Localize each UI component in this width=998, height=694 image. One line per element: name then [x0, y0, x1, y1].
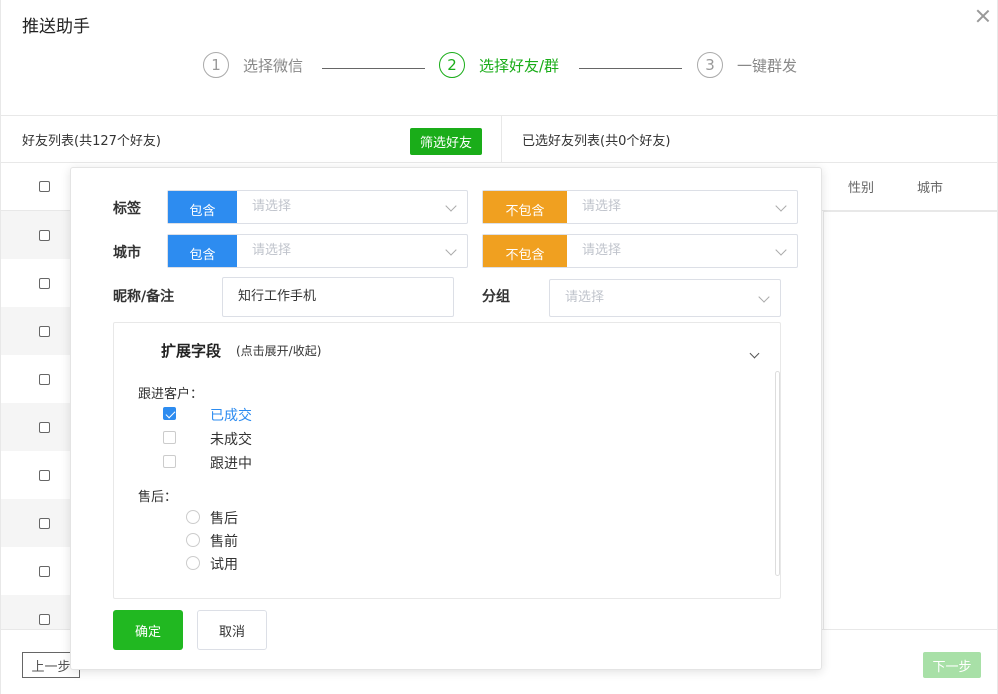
row-checkbox[interactable]: [39, 614, 50, 625]
placeholder: 请选择: [252, 243, 292, 258]
step-connector: [579, 68, 682, 69]
option-trial[interactable]: 试用: [210, 554, 238, 574]
extended-fields-hint: (点击展开/收起): [236, 344, 322, 358]
step-select-friends: 2 选择好友/群: [439, 52, 559, 78]
tag-include-field[interactable]: 请选择: [237, 191, 467, 223]
group-select[interactable]: 请选择: [549, 279, 781, 317]
row-checkbox[interactable]: [39, 518, 50, 529]
step-connector: [322, 68, 425, 69]
close-icon[interactable]: [975, 8, 991, 24]
chevron-down-icon: [445, 244, 457, 256]
chevron-down-icon: [775, 200, 787, 212]
table-row: [1, 307, 71, 355]
divider: [1, 162, 998, 163]
tag-filter-label: 标签: [113, 201, 141, 217]
placeholder: 请选择: [582, 243, 622, 258]
extended-fields-title[interactable]: 扩展字段: [161, 340, 221, 361]
tag-exclude-field[interactable]: 请选择: [567, 191, 797, 223]
step-number: 3: [697, 52, 723, 78]
group-label: 分组: [482, 289, 510, 305]
step-label: 一键群发: [737, 56, 798, 75]
row-checkbox[interactable]: [39, 470, 50, 481]
confirm-button[interactable]: 确定: [113, 610, 183, 650]
option-closed-deal[interactable]: 已成交: [210, 405, 252, 425]
filter-friends-button[interactable]: 筛选好友: [410, 128, 482, 155]
exclude-badge: 不包含: [483, 191, 567, 223]
step-label: 选择好友/群: [479, 56, 560, 75]
chevron-down-icon: [758, 291, 770, 303]
next-step-button[interactable]: 下一步: [923, 652, 981, 678]
step-number: 2: [439, 52, 465, 78]
table-row: [1, 211, 71, 259]
chevron-down-icon: [445, 200, 457, 212]
after-sales-label: 售后：: [138, 490, 178, 505]
selected-friends-table: [823, 211, 998, 629]
table-row: [1, 403, 71, 451]
city-exclude-select[interactable]: 不包含 请选择: [482, 234, 798, 268]
table-row: [1, 499, 71, 547]
filter-popover: 标签 包含 请选择 不包含 请选择 城市 包含 请选择 不包含 请选择 昵称/备…: [70, 167, 822, 670]
cancel-button[interactable]: 取消: [197, 610, 267, 650]
dialog-title: 推送助手: [22, 17, 90, 37]
city-exclude-field[interactable]: 请选择: [567, 235, 797, 267]
option-pre-sales[interactable]: 售前: [210, 531, 238, 551]
table-row: [1, 595, 71, 629]
friend-list-title: 好友列表(共127个好友): [22, 134, 161, 149]
include-badge: 包含: [168, 191, 237, 223]
radio-after-sales[interactable]: [186, 510, 200, 524]
column-gender: 性别: [848, 181, 875, 196]
select-all-checkbox[interactable]: [39, 181, 50, 192]
placeholder: 请选择: [582, 199, 622, 214]
chevron-down-icon[interactable]: [749, 348, 760, 359]
row-checkbox[interactable]: [39, 326, 50, 337]
nickname-label: 昵称/备注: [113, 289, 175, 305]
radio-trial[interactable]: [186, 556, 200, 570]
radio-pre-sales[interactable]: [186, 533, 200, 547]
chevron-down-icon: [775, 244, 787, 256]
step-number: 1: [203, 52, 229, 78]
city-filter-label: 城市: [113, 245, 141, 261]
nickname-input[interactable]: 知行工作手机: [222, 277, 454, 317]
placeholder: 请选择: [565, 290, 605, 305]
option-following[interactable]: 跟进中: [210, 453, 252, 473]
option-not-closed[interactable]: 未成交: [210, 429, 252, 449]
column-city: 城市: [917, 181, 944, 196]
follow-up-label: 跟进客户：: [138, 387, 204, 402]
push-assistant-dialog: 推送助手 1 选择微信 2 选择好友/群 3 一键群发 好友列表(共127个好友…: [0, 0, 998, 694]
selected-list-title: 已选好友列表(共0个好友): [522, 134, 671, 149]
include-badge: 包含: [168, 235, 237, 267]
tag-include-select[interactable]: 包含 请选择: [167, 190, 468, 224]
checkbox-closed-deal[interactable]: [163, 407, 176, 420]
placeholder: 请选择: [252, 199, 292, 214]
divider: [1, 115, 998, 116]
tag-exclude-select[interactable]: 不包含 请选择: [482, 190, 798, 224]
row-checkbox[interactable]: [39, 422, 50, 433]
step-select-wechat: 1 选择微信: [203, 52, 303, 78]
city-include-field[interactable]: 请选择: [237, 235, 467, 267]
extended-fields-panel: 扩展字段 (点击展开/收起) 跟进客户： 已成交 未成交 跟进中 售后： 售后 …: [113, 322, 781, 599]
step-label: 选择微信: [243, 56, 304, 75]
checkbox-following[interactable]: [163, 455, 176, 468]
row-checkbox[interactable]: [39, 278, 50, 289]
option-after-sales[interactable]: 售后: [210, 508, 238, 528]
row-checkbox[interactable]: [39, 566, 50, 577]
row-checkbox[interactable]: [39, 374, 50, 385]
row-checkbox[interactable]: [39, 230, 50, 241]
checkbox-not-closed[interactable]: [163, 431, 176, 444]
city-include-select[interactable]: 包含 请选择: [167, 234, 468, 268]
step-mass-send: 3 一键群发: [697, 52, 797, 78]
scrollbar[interactable]: [775, 371, 780, 576]
exclude-badge: 不包含: [483, 235, 567, 267]
panel-separator: [501, 115, 502, 163]
